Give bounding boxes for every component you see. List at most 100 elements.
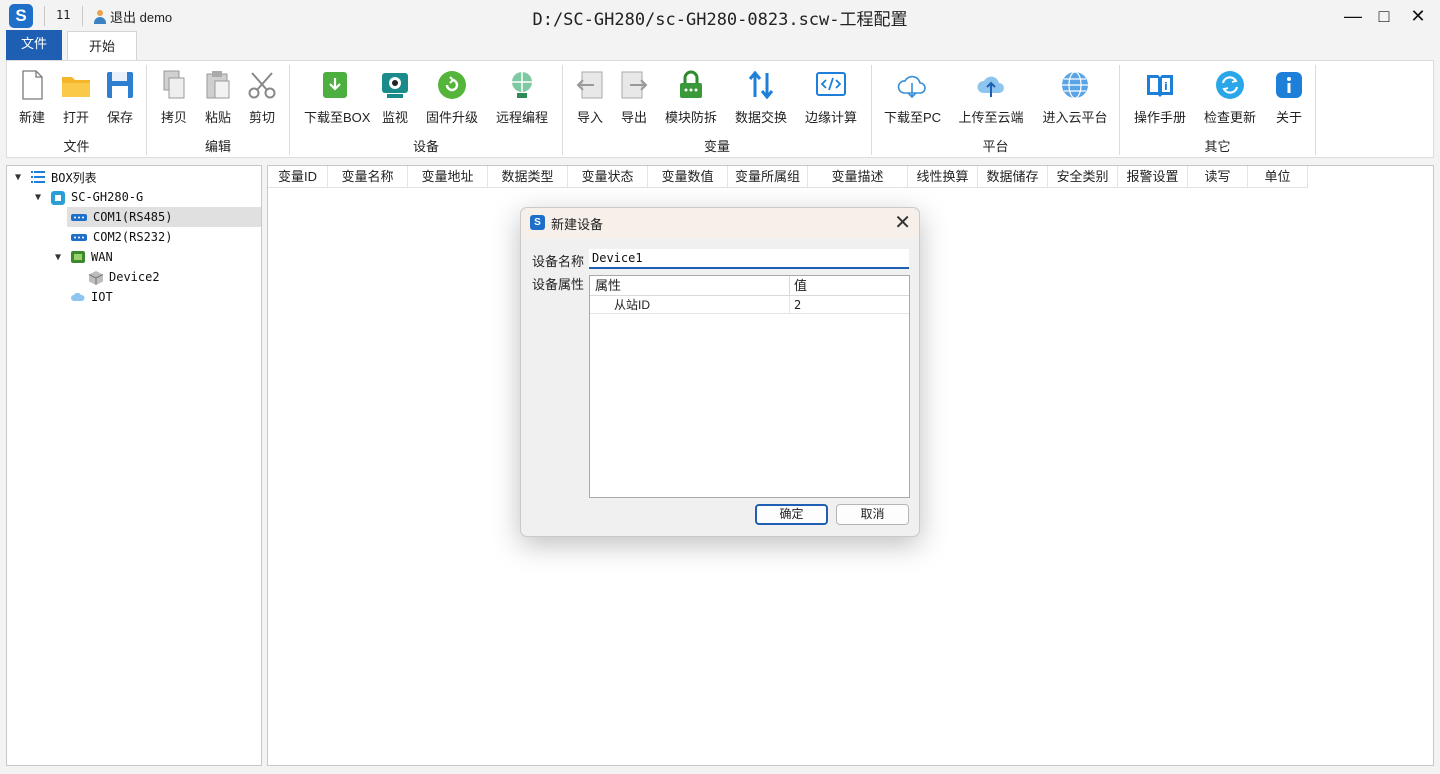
data-exchange-label: 数据交换 xyxy=(734,110,787,125)
property-row[interactable]: 从站ID 2 xyxy=(590,296,909,314)
open-button[interactable]: 打开 xyxy=(59,69,93,126)
ribbon-tabs: 文件 开始 xyxy=(0,30,1440,61)
column-header[interactable]: 变量所属组 xyxy=(728,166,808,188)
firmware-upgrade-label: 固件升级 xyxy=(425,110,478,125)
data-exchange-button[interactable]: 数据交换 xyxy=(733,69,789,126)
column-header[interactable]: 读写 xyxy=(1188,166,1248,188)
tree-item-box-list[interactable]: ▼ BOX列表 xyxy=(11,167,261,187)
group-other: i 操作手册 检查更新 关于 其它 xyxy=(1120,65,1316,155)
cut-button[interactable]: 剪切 xyxy=(245,69,279,126)
save-button[interactable]: 保存 xyxy=(103,69,137,126)
device-name-input[interactable]: Device1 xyxy=(589,249,909,269)
cube-icon xyxy=(88,271,104,285)
cloud-icon xyxy=(71,291,85,303)
new-device-dialog: S 新建设备 ✕ 设备名称 Device1 设备属性 属性 值 从站ID 2 确… xyxy=(520,207,920,537)
tree-item-iot[interactable]: IOT xyxy=(71,287,261,307)
maximize-button[interactable]: □ xyxy=(1371,4,1397,28)
property-value[interactable]: 2 xyxy=(789,296,907,314)
tree-label: IOT xyxy=(91,290,113,304)
new-button[interactable]: 新建 xyxy=(15,69,49,126)
column-header[interactable]: 数据类型 xyxy=(488,166,568,188)
save-label: 保存 xyxy=(106,110,133,125)
dialog-title-bar: S 新建设备 ✕ xyxy=(521,208,919,238)
group-label-file: 文件 xyxy=(63,139,90,154)
copy-button[interactable]: 拷贝 xyxy=(157,69,191,126)
lock-icon xyxy=(675,69,707,101)
manual-label: 操作手册 xyxy=(1133,110,1186,125)
upload-cloud-button[interactable]: 上传至云端 xyxy=(956,69,1026,126)
chevron-down-icon[interactable]: ▼ xyxy=(11,172,25,183)
svg-text:i: i xyxy=(1164,80,1168,93)
tree-item-com2[interactable]: COM2(RS232) xyxy=(67,227,261,247)
column-header-property: 属性 xyxy=(595,278,622,293)
window-title: D:/SC-GH280/sc-GH280-0823.scw-工程配置 xyxy=(532,10,908,30)
tab-start[interactable]: 开始 xyxy=(67,31,137,61)
import-label: 导入 xyxy=(576,110,603,125)
close-button[interactable]: ✕ xyxy=(1405,4,1431,28)
cancel-button[interactable]: 取消 xyxy=(836,504,909,525)
open-label: 打开 xyxy=(62,110,89,125)
group-variable: 导入 导出 模块防拆 数据交换 边缘计算 变量 xyxy=(563,65,872,155)
import-icon xyxy=(574,69,606,101)
chevron-down-icon[interactable]: ▼ xyxy=(31,192,45,203)
device-props-label: 设备属性 xyxy=(532,277,585,292)
new-label: 新建 xyxy=(18,110,45,125)
manual-button[interactable]: i 操作手册 xyxy=(1132,69,1188,126)
book-icon: i xyxy=(1144,69,1176,101)
edge-compute-label: 边缘计算 xyxy=(804,110,857,125)
tree-item-wan[interactable]: ▼ WAN xyxy=(51,247,261,267)
column-header[interactable]: 单位 xyxy=(1248,166,1308,188)
tree-label: COM1(RS485) xyxy=(93,210,173,224)
tree-item-com1[interactable]: COM1(RS485) xyxy=(67,207,261,227)
exchange-arrows-icon xyxy=(745,69,777,101)
ribbon: 新建 打开 保存 文件 拷贝 粘贴 剪切 编辑 下载至BOX 监视 固件升级 远… xyxy=(6,60,1434,158)
column-header[interactable]: 变量数值 xyxy=(648,166,728,188)
tree-item-device2[interactable]: Device2 xyxy=(88,267,261,287)
column-header[interactable]: 变量描述 xyxy=(808,166,908,188)
column-header[interactable]: 变量名称 xyxy=(328,166,408,188)
download-box-label: 下载至BOX xyxy=(304,110,371,125)
column-header[interactable]: 数据储存 xyxy=(978,166,1048,188)
monitor-icon xyxy=(379,69,411,101)
edge-compute-button[interactable]: 边缘计算 xyxy=(803,69,859,126)
title-bar: S 11 退出 demo D:/SC-GH280/sc-GH280-0823.s… xyxy=(0,0,1440,32)
about-button[interactable]: 关于 xyxy=(1272,69,1306,126)
tab-file[interactable]: 文件 xyxy=(6,30,62,60)
tree-item-box[interactable]: ▼ SC-GH280-G xyxy=(31,187,261,207)
property-grid-header: 属性 值 xyxy=(590,276,909,296)
column-header[interactable]: 变量ID xyxy=(268,166,328,188)
column-header[interactable]: 变量地址 xyxy=(408,166,488,188)
column-header[interactable]: 线性换算 xyxy=(908,166,978,188)
export-button[interactable]: 导出 xyxy=(617,69,651,126)
monitor-button[interactable]: 监视 xyxy=(378,69,412,126)
column-header[interactable]: 变量状态 xyxy=(568,166,648,188)
app-logo-icon: S xyxy=(530,215,545,230)
enter-cloud-label: 进入云平台 xyxy=(1042,110,1108,125)
chevron-down-icon[interactable]: ▼ xyxy=(51,252,65,263)
dialog-title: 新建设备 xyxy=(551,217,604,232)
ok-button[interactable]: 确定 xyxy=(755,504,828,525)
remote-programming-button[interactable]: 远程编程 xyxy=(494,69,550,126)
dialog-close-button[interactable]: ✕ xyxy=(894,210,911,235)
group-label-platform: 平台 xyxy=(982,139,1009,154)
minimize-button[interactable]: — xyxy=(1340,4,1366,28)
import-button[interactable]: 导入 xyxy=(573,69,607,126)
column-header-value: 值 xyxy=(789,276,907,295)
code-icon xyxy=(815,69,847,101)
paste-button[interactable]: 粘贴 xyxy=(201,69,235,126)
copy-label: 拷贝 xyxy=(160,110,187,125)
column-header[interactable]: 报警设置 xyxy=(1118,166,1188,188)
download-box-button[interactable]: 下载至BOX xyxy=(304,69,370,126)
folder-icon xyxy=(60,69,92,101)
about-label: 关于 xyxy=(1275,110,1302,125)
download-pc-button[interactable]: 下载至PC xyxy=(884,69,941,126)
refresh-icon xyxy=(436,69,468,101)
column-header[interactable]: 安全类别 xyxy=(1048,166,1118,188)
module-protect-button[interactable]: 模块防拆 xyxy=(663,69,719,126)
check-update-button[interactable]: 检查更新 xyxy=(1202,69,1258,126)
firmware-upgrade-button[interactable]: 固件升级 xyxy=(424,69,480,126)
group-device: 下载至BOX 监视 固件升级 远程编程 设备 xyxy=(290,65,563,155)
tree-label: SC-GH280-G xyxy=(71,190,144,204)
enter-cloud-button[interactable]: 进入云平台 xyxy=(1040,69,1110,126)
export-icon xyxy=(618,69,650,101)
